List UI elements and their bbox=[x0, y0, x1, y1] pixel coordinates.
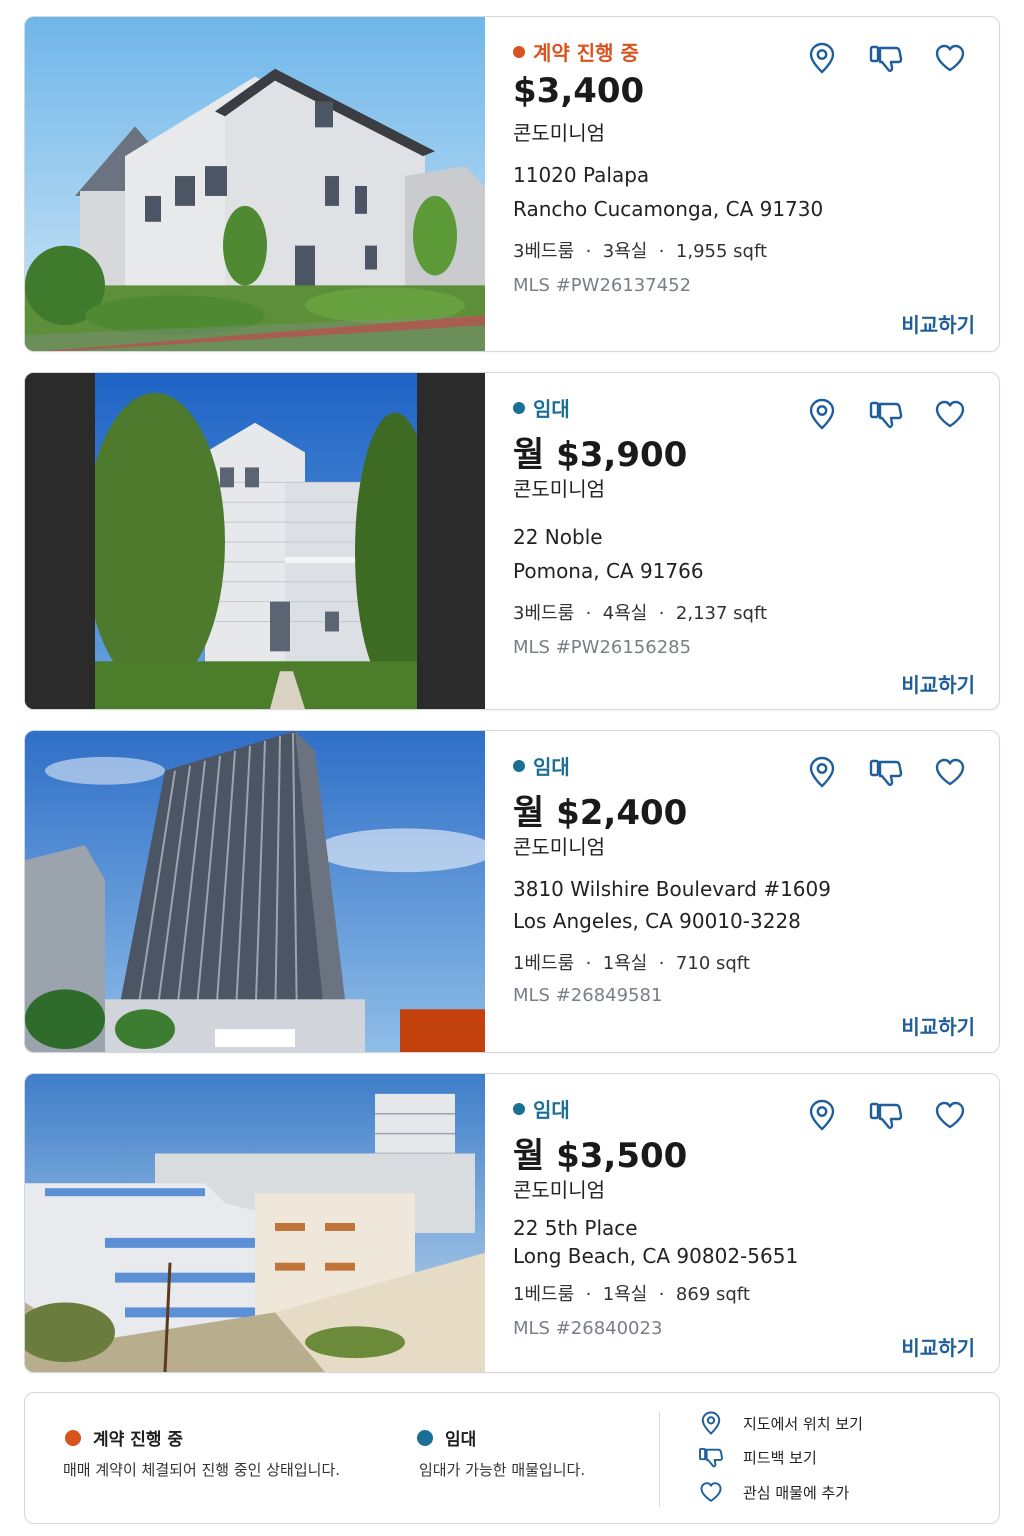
legend-rent-desc: 임대가 가능한 매물입니다. bbox=[419, 1461, 586, 1479]
map-pin-icon bbox=[701, 1411, 721, 1435]
compare-button[interactable]: 비교하기 bbox=[901, 309, 975, 338]
status-pending: 계약 진행 중 bbox=[513, 37, 639, 66]
address-line2: Rancho Cucamonga, CA 91730 bbox=[513, 197, 824, 221]
mls-number: MLS #26840023 bbox=[513, 1318, 663, 1339]
thumbs-down-icon bbox=[869, 45, 903, 73]
compare-button[interactable]: 비교하기 bbox=[901, 1332, 975, 1361]
legend-favorite-label: 관심 매물에 추가 bbox=[743, 1483, 850, 1502]
legend-pending-desc: 매매 계약이 체결되어 진행 중인 상태입니다. bbox=[63, 1461, 341, 1479]
legend-feedback-item: 피드백 보기 bbox=[697, 1446, 817, 1468]
address-line2: Los Angeles, CA 90010-3228 bbox=[513, 909, 801, 933]
rent-dot-icon bbox=[417, 1429, 433, 1446]
heart-icon bbox=[700, 1482, 722, 1502]
listing-card[interactable]: 임대 월 $3,500 콘도미니엄 22 5th Place Long Beac… bbox=[24, 1073, 1000, 1373]
map-pin-button[interactable] bbox=[803, 1096, 841, 1134]
map-pin-button[interactable] bbox=[803, 395, 841, 433]
map-pin-icon bbox=[809, 398, 835, 430]
listing-card[interactable]: 계약 진행 중 $3,400 콘도미니엄 11020 Palapa Rancho… bbox=[24, 16, 1000, 352]
favorite-button[interactable] bbox=[931, 395, 969, 433]
legend-feedback-label: 피드백 보기 bbox=[743, 1448, 817, 1467]
listing-card[interactable]: 임대 월 $2,400 콘도미니엄 3810 Wilshire Boulevar… bbox=[24, 730, 1000, 1053]
mls-number: MLS #26849581 bbox=[513, 985, 663, 1006]
address-line2: Long Beach, CA 90802-5651 bbox=[513, 1244, 799, 1268]
feedback-button[interactable] bbox=[867, 753, 905, 791]
listing-price: $3,400 bbox=[513, 71, 645, 111]
heart-icon bbox=[935, 44, 965, 72]
map-pin-icon bbox=[809, 756, 835, 788]
listing-photo-beach-building[interactable] bbox=[25, 1074, 485, 1372]
address-line1: 22 Noble bbox=[513, 525, 603, 549]
favorite-button[interactable] bbox=[931, 753, 969, 791]
address-line1: 22 5th Place bbox=[513, 1216, 638, 1240]
listing-specs: 1베드룸 · 1욕실 · 869 sqft bbox=[513, 1284, 750, 1305]
map-pin-button[interactable] bbox=[803, 39, 841, 77]
legend-map-label: 지도에서 위치 보기 bbox=[743, 1414, 863, 1433]
heart-icon bbox=[935, 400, 965, 428]
rent-dot-icon bbox=[513, 1102, 525, 1115]
address-line1: 11020 Palapa bbox=[513, 163, 650, 187]
address-line1: 3810 Wilshire Boulevard #1609 bbox=[513, 877, 831, 901]
compare-button[interactable]: 비교하기 bbox=[901, 1011, 975, 1040]
listing-price: 월 $3,500 bbox=[513, 1136, 688, 1176]
heart-icon bbox=[935, 1101, 965, 1129]
map-pin-button[interactable] bbox=[803, 753, 841, 791]
property-type: 콘도미니엄 bbox=[513, 477, 605, 501]
legend-panel: 계약 진행 중 매매 계약이 체결되어 진행 중인 상태입니다. 임대 임대가 … bbox=[24, 1392, 1000, 1524]
status-label: 계약 진행 중 bbox=[533, 41, 639, 65]
property-type: 콘도미니엄 bbox=[513, 835, 605, 859]
status-rent: 임대 bbox=[513, 1094, 570, 1123]
legend-pending-title: 계약 진행 중 bbox=[93, 1430, 184, 1450]
listing-photo-house[interactable] bbox=[25, 373, 485, 709]
legend-map-item: 지도에서 위치 보기 bbox=[697, 1411, 863, 1435]
thumbs-down-icon bbox=[699, 1447, 723, 1468]
thumbs-down-icon bbox=[869, 759, 903, 787]
legend-favorite-item: 관심 매물에 추가 bbox=[697, 1481, 849, 1503]
mls-number: MLS #PW26156285 bbox=[513, 637, 692, 658]
compare-button[interactable]: 비교하기 bbox=[901, 669, 975, 698]
thumbs-down-icon bbox=[869, 401, 903, 429]
pending-dot-icon bbox=[65, 1429, 81, 1446]
listing-specs: 3베드룸 · 3욕실 · 1,955 sqft bbox=[513, 241, 768, 262]
status-label: 임대 bbox=[533, 1098, 570, 1122]
listing-photo-tower[interactable] bbox=[25, 731, 485, 1052]
legend-pending: 계약 진행 중 bbox=[65, 1425, 183, 1450]
pending-dot-icon bbox=[513, 45, 525, 58]
property-type: 콘도미니엄 bbox=[513, 1178, 605, 1202]
status-rent: 임대 bbox=[513, 393, 570, 422]
legend-rent: 임대 bbox=[417, 1425, 476, 1450]
listing-specs: 1베드룸 · 1욕실 · 710 sqft bbox=[513, 953, 750, 974]
address-line2: Pomona, CA 91766 bbox=[513, 559, 704, 583]
map-pin-icon bbox=[809, 1099, 835, 1131]
legend-divider bbox=[659, 1411, 660, 1507]
listing-card[interactable]: 임대 월 $3,900 콘도미니엄 22 Noble Pomona, CA 91… bbox=[24, 372, 1000, 710]
rent-dot-icon bbox=[513, 401, 525, 414]
heart-icon bbox=[935, 758, 965, 786]
listing-price: 월 $2,400 bbox=[513, 793, 688, 833]
thumbs-down-icon bbox=[869, 1102, 903, 1130]
listing-specs: 3베드룸 · 4욕실 · 2,137 sqft bbox=[513, 603, 768, 624]
status-label: 임대 bbox=[533, 397, 570, 421]
feedback-button[interactable] bbox=[867, 39, 905, 77]
mls-number: MLS #PW26137452 bbox=[513, 275, 692, 296]
listing-price: 월 $3,900 bbox=[513, 435, 688, 475]
listing-photo-townhouse[interactable] bbox=[25, 17, 485, 351]
status-rent: 임대 bbox=[513, 751, 570, 780]
rent-dot-icon bbox=[513, 759, 525, 772]
favorite-button[interactable] bbox=[931, 1096, 969, 1134]
favorite-button[interactable] bbox=[931, 39, 969, 77]
feedback-button[interactable] bbox=[867, 395, 905, 433]
status-label: 임대 bbox=[533, 755, 570, 779]
property-type: 콘도미니엄 bbox=[513, 121, 605, 145]
map-pin-icon bbox=[809, 42, 835, 74]
legend-rent-title: 임대 bbox=[445, 1430, 477, 1450]
feedback-button[interactable] bbox=[867, 1096, 905, 1134]
